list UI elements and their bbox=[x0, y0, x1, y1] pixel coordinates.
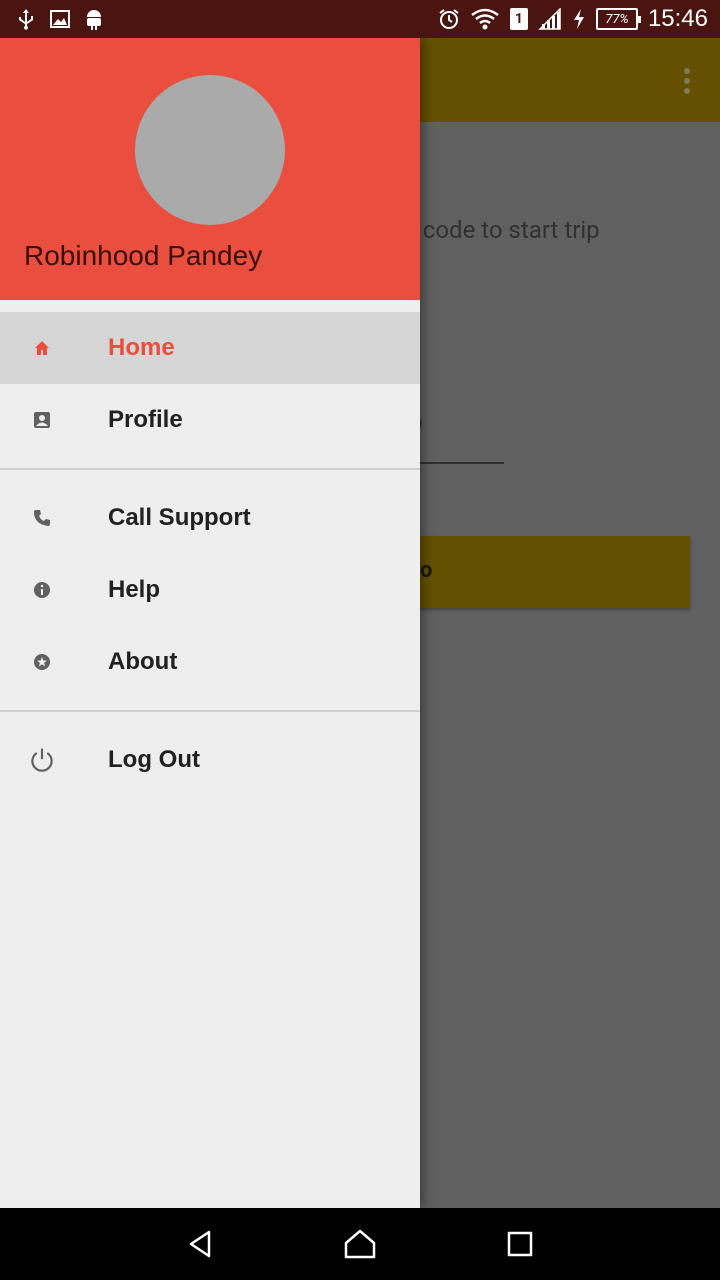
back-icon bbox=[189, 1230, 211, 1258]
menu-divider bbox=[0, 468, 420, 470]
drawer-menu: Home Profile Call Support Help About Log… bbox=[0, 312, 420, 796]
menu-divider bbox=[0, 710, 420, 712]
user-name: Robinhood Pandey bbox=[24, 240, 263, 271]
home-icon bbox=[28, 334, 56, 362]
wifi-icon bbox=[471, 8, 499, 30]
info-icon bbox=[28, 576, 56, 604]
system-nav-bar bbox=[0, 1208, 720, 1280]
image-icon bbox=[50, 10, 70, 28]
status-left-icons bbox=[16, 0, 104, 38]
star-icon bbox=[28, 648, 56, 676]
signal-icon bbox=[538, 8, 561, 30]
menu-item-help[interactable]: Help bbox=[0, 554, 420, 626]
menu-item-call-support[interactable]: Call Support bbox=[0, 482, 420, 554]
charging-icon bbox=[573, 9, 584, 29]
status-bar: 1 77% 15:46 bbox=[0, 0, 720, 38]
alarm-icon bbox=[439, 9, 459, 29]
power-icon bbox=[28, 746, 56, 774]
home-outline-icon bbox=[344, 1229, 376, 1259]
menu-item-label: Profile bbox=[108, 406, 183, 433]
home-button[interactable] bbox=[330, 1214, 390, 1274]
overflow-menu-icon[interactable] bbox=[684, 68, 690, 94]
phone-icon bbox=[28, 504, 56, 532]
avatar[interactable] bbox=[135, 75, 285, 225]
menu-item-label: Help bbox=[108, 576, 161, 603]
menu-item-label: Call Support bbox=[108, 504, 251, 531]
recents-button[interactable] bbox=[490, 1214, 550, 1274]
back-button[interactable] bbox=[170, 1214, 230, 1274]
menu-item-label: About bbox=[108, 648, 178, 675]
drawer-header: Robinhood Pandey bbox=[0, 38, 420, 300]
profile-icon bbox=[28, 406, 56, 434]
navigation-drawer: Robinhood Pandey Home Profile Call Suppo… bbox=[0, 38, 420, 1208]
menu-item-log-out[interactable]: Log Out bbox=[0, 724, 420, 796]
android-icon bbox=[87, 10, 101, 30]
menu-item-profile[interactable]: Profile bbox=[0, 384, 420, 456]
menu-item-about[interactable]: About bbox=[0, 626, 420, 698]
status-clock: 15:46 bbox=[647, 5, 708, 32]
usb-icon bbox=[19, 9, 33, 30]
recents-icon bbox=[507, 1231, 533, 1257]
menu-item-label: Home bbox=[108, 334, 175, 361]
menu-item-home[interactable]: Home bbox=[0, 312, 420, 384]
sim-icon: 1 bbox=[509, 8, 528, 30]
battery-icon: 77% bbox=[595, 8, 641, 30]
menu-item-label: Log Out bbox=[108, 746, 200, 773]
status-right-icons: 1 77% 15:46 bbox=[438, 0, 708, 38]
